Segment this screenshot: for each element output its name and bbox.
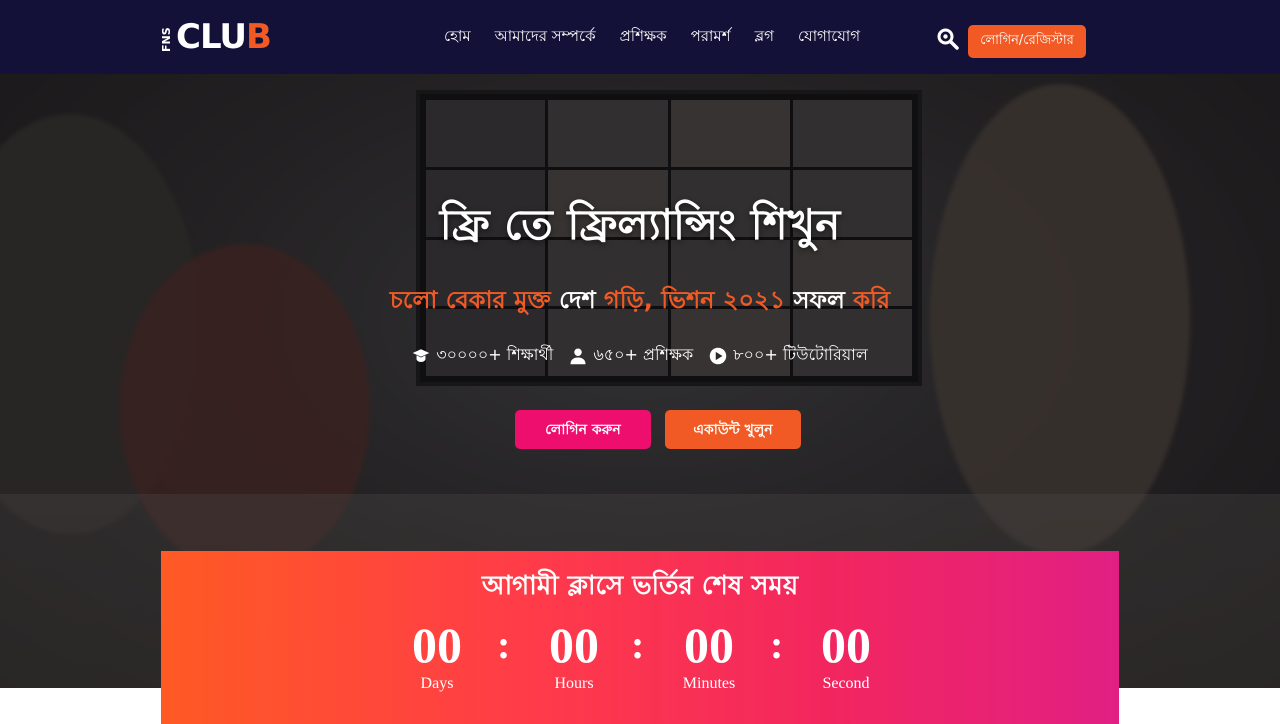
- countdown-days: 00 Days: [412, 617, 462, 692]
- open-account-button[interactable]: একাউন্ট খুলুন: [665, 410, 801, 449]
- countdown-hours: 00 Hours: [549, 617, 599, 692]
- stat-students: ৩০০০০+ শিক্ষার্থী: [412, 342, 553, 369]
- nav-item-consulting[interactable]: পরামর্শ: [691, 25, 731, 50]
- countdown-minutes: 00 Minutes: [682, 617, 736, 692]
- login-register-button[interactable]: লোগিন/রেজিস্টার: [968, 25, 1086, 58]
- hero-subtitle: চলো বেকার মুক্ত দেশ গড়ি, ভিশন ২০২১ সফল …: [389, 286, 891, 314]
- logo-main-text: CLUB: [176, 17, 272, 57]
- countdown-separator: :: [631, 622, 645, 667]
- nav-item-trainers[interactable]: প্রশিক্ষক: [620, 25, 667, 50]
- top-navbar: FNS CLUB হোম আমাদের সম্পর্কে প্রশিক্ষক প…: [0, 0, 1280, 74]
- fns-club-logo[interactable]: FNS CLUB: [160, 16, 286, 58]
- play-icon: [709, 347, 727, 364]
- logo-side-text: FNS: [160, 27, 173, 52]
- countdown-panel: আগামী ক্লাসে ভর্তির শেষ সময় 00 Days : 0…: [161, 551, 1119, 724]
- graduate-icon: [412, 348, 430, 362]
- stat-trainers: ৬৫০+ প্রশিক্ষক: [569, 342, 693, 369]
- countdown-separator: :: [497, 622, 511, 667]
- nav-item-about[interactable]: আমাদের সম্পর্কে: [495, 25, 596, 50]
- nav-item-contact[interactable]: যোগাযোগ: [798, 25, 860, 50]
- nav-item-home[interactable]: হোম: [444, 25, 471, 50]
- countdown-separator: :: [770, 622, 784, 667]
- countdown-seconds: 00 Second: [821, 617, 871, 692]
- login-button[interactable]: লোগিন করুন: [515, 410, 651, 449]
- main-menu: হোম আমাদের সম্পর্কে প্রশিক্ষক পরামর্শ ব্…: [444, 0, 860, 74]
- hero-title: ফ্রি তে ফ্রিল্যান্সিং শিখুন: [439, 200, 841, 249]
- user-icon: [570, 348, 586, 364]
- countdown-title: আগামী ক্লাসে ভর্তির শেষ সময়: [481, 571, 799, 601]
- hero-stats: ৩০০০০+ শিক্ষার্থী ৬৫০+ প্রশিক্ষক ৮০০+ টি…: [0, 342, 1280, 369]
- stat-tutorials: ৮০০+ টিউটোরিয়াল: [709, 342, 868, 369]
- nav-item-blog[interactable]: ব্লগ: [755, 25, 774, 50]
- search-icon[interactable]: [936, 27, 960, 51]
